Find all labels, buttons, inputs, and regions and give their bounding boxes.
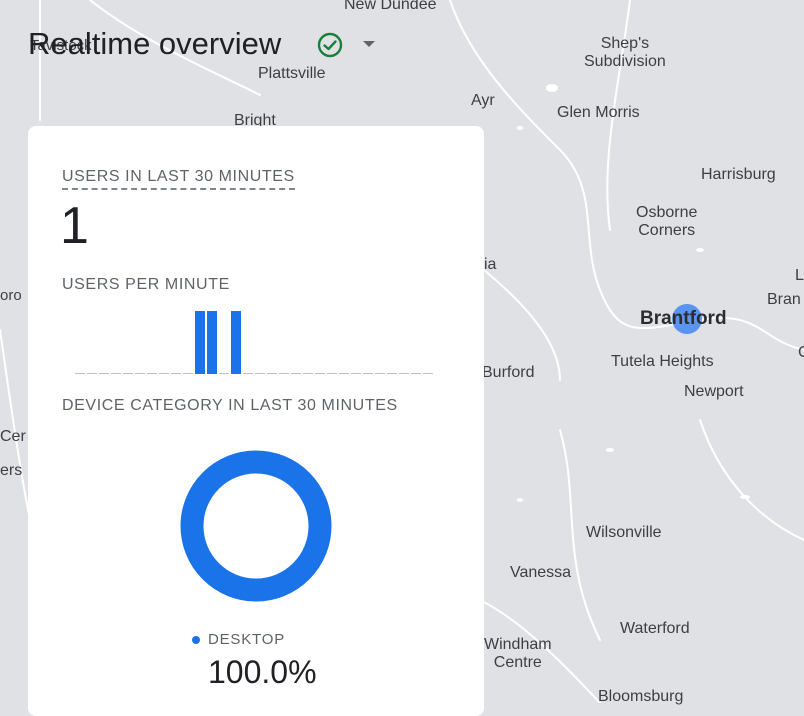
page-title: Realtime overview [28,26,282,61]
map-label-brantford: Brantford [640,308,727,329]
map-label-osborne-corners: Osborne Corners [636,204,698,239]
bar-minute-11[interactable] [195,311,205,374]
device-category-heading: DEVICE CATEGORY IN LAST 30 MINUTES [62,397,398,414]
device-category-donut[interactable] [178,448,334,604]
map-label-windham-centre: Windham Centre [484,636,552,671]
donut-slice-desktop[interactable] [180,450,332,602]
map-label-bloomsburg: Bloomsburg [598,688,684,705]
map-label-ayr: Ayr [471,92,495,109]
map-label-c: C [798,344,804,361]
users-last-30-min-heading[interactable]: USERS IN LAST 30 MINUTES [62,168,295,190]
map-label-oro: oro [0,287,22,304]
map-label-ia: ia [484,256,497,273]
map-label-newport: Newport [684,383,744,400]
legend-label-desktop: DESKTOP [208,631,286,648]
legend-value-desktop: 100.0% [208,654,317,690]
map-label-sheps-subdivision: Shep's Subdivision [584,35,666,70]
users-per-minute-heading: USERS PER MINUTE [62,276,230,293]
map-label-burford: Burford [482,364,535,381]
map-label-cer: Cer [0,428,26,445]
check-circle-icon [317,32,343,58]
map-label-tutela-heights: Tutela Heights [611,353,714,370]
map-label-new-dundee: New Dundee [344,0,437,13]
users-count: 1 [60,197,89,255]
arrow-drop-down-icon[interactable] [362,40,376,48]
realtime-card: USERS IN LAST 30 MINUTES 1 USERS PER MIN… [28,126,484,716]
map-label-l: L [795,267,804,284]
bar-minute-12[interactable] [207,311,217,374]
map-label-wilsonville: Wilsonville [586,524,662,541]
bar-minute-14[interactable] [231,311,241,374]
legend-dot-desktop [192,636,200,644]
map-label-waterford: Waterford [620,620,690,637]
map-label-glen-morris: Glen Morris [557,104,640,121]
map-label-ers: ers [0,462,23,479]
map-label-vanessa: Vanessa [510,564,572,581]
users-per-minute-chart[interactable] [74,306,436,376]
map-label-plattsville: Plattsville [258,65,326,82]
map-label-bran: Bran [767,291,801,308]
map-label-harrisburg: Harrisburg [701,166,776,183]
